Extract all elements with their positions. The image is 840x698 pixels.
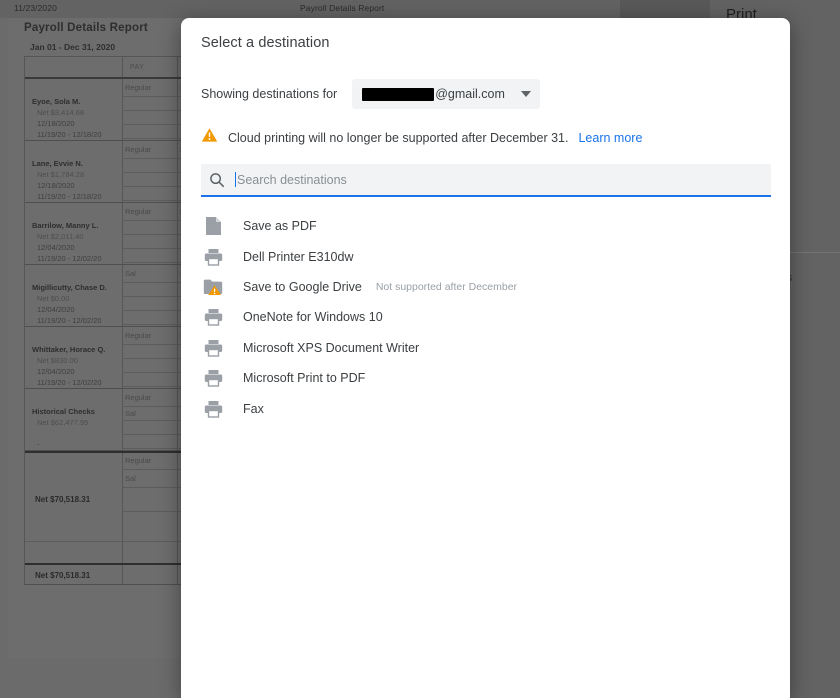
subtotal-type-1: Sal [125, 474, 136, 483]
employee-pay-period: 11/19/20 - 12/02/20 [37, 378, 102, 387]
destination-item[interactable]: Dell Printer E310dw [181, 241, 790, 271]
account-selector[interactable]: @gmail.com [352, 79, 540, 109]
print-preview-screen: 11/23/2020 Payroll Details Report Payrol… [0, 0, 840, 698]
employee-check-date: 12/04/2020 [37, 243, 75, 252]
employee-name: Historical Checks [32, 407, 95, 416]
destination-label: Save to Google Drive [243, 279, 362, 294]
search-icon [209, 172, 225, 188]
employee-check-date: 12/18/2020 [37, 119, 75, 128]
employee-check-date: 12/04/2020 [37, 367, 75, 376]
employee-pay-period: 11/19/20 - 12/18/20 [37, 192, 102, 201]
printer-icon [201, 308, 225, 327]
report-date-range: Jan 01 - Dec 31, 2020 [30, 42, 116, 52]
warning-text: Cloud printing will no longer be support… [228, 130, 569, 145]
employee-check-date: 12/18/2020 [37, 181, 75, 190]
destination-item[interactable]: Save to Google Drive Not supported after … [181, 272, 790, 302]
destination-item[interactable]: Save as PDF [181, 211, 790, 241]
employee-net-pay: Net $3,414.68 [37, 108, 85, 117]
chevron-down-icon [520, 91, 531, 97]
search-destinations-field[interactable]: Search destinations [201, 164, 771, 197]
preview-header-date: 11/23/2020 [14, 3, 57, 13]
destination-sublabel: Not supported after December [375, 280, 518, 293]
destination-label: Microsoft XPS Document Writer [243, 340, 420, 355]
printer-icon [201, 369, 225, 387]
preview-header-title: Payroll Details Report [300, 3, 385, 13]
destination-item[interactable]: Microsoft Print to PDF [181, 363, 790, 393]
employee-pay-type: Regular [125, 331, 152, 340]
employee-pay-type-2: Sal [125, 409, 136, 418]
grand-total-net: Net $70,518.31 [35, 571, 91, 580]
showing-destinations-label: Showing destinations for [201, 87, 338, 101]
drive-folder-warning-icon [201, 278, 225, 296]
employee-pay-type: Regular [125, 393, 152, 402]
printer-icon [201, 248, 225, 266]
destination-label: Fax [243, 401, 264, 416]
printer-icon [201, 400, 225, 418]
employee-name: Lane, Evvie N. [32, 159, 83, 168]
employee-net-pay: Net $0.00 [37, 294, 70, 303]
dialog-title: Select a destination [201, 35, 330, 51]
employee-pay-period: 11/19/20 - 12/02/20 [37, 316, 102, 325]
employee-net-pay: Net $830.00 [37, 356, 78, 365]
destination-label: OneNote for Windows 10 [243, 310, 383, 325]
employee-name: Migillicutty, Chase D. [32, 283, 107, 292]
destination-item[interactable]: Fax [181, 393, 790, 423]
subtotal-net: Net $70,518.31 [35, 495, 91, 504]
employee-net-pay: Net $2,011.40 [37, 232, 84, 241]
employee-pay-period: - [37, 440, 40, 449]
destination-label: Microsoft Print to PDF [243, 371, 366, 386]
employee-pay-type: Regular [125, 207, 152, 216]
employee-pay-type: Regular [125, 83, 152, 92]
destination-item[interactable]: Microsoft XPS Document Writer [181, 333, 790, 363]
preview-page-header: 11/23/2020 Payroll Details Report [0, 0, 620, 18]
search-placeholder: Search destinations [237, 172, 347, 187]
employee-pay-type: Sal [125, 269, 136, 278]
redacted-username [362, 87, 435, 101]
employee-pay-type: Regular [125, 145, 152, 154]
showing-destinations-row: Showing destinations for @gmail.com [201, 78, 540, 110]
column-header-pay: PAY [130, 64, 145, 71]
subtotal-type-0: Regular [125, 456, 152, 465]
destination-label: Save as PDF [243, 219, 317, 234]
employee-name: Whittaker, Horace Q. [32, 345, 106, 354]
warning-triangle-icon [201, 127, 218, 148]
employee-net-pay: Net $1,784.28 [37, 170, 85, 179]
employee-check-date: 12/04/2020 [37, 305, 75, 314]
learn-more-link[interactable]: Learn more [578, 131, 642, 145]
cloud-print-warning: Cloud printing will no longer be support… [201, 127, 642, 148]
select-destination-dialog: Select a destination Showing destination… [181, 18, 790, 698]
employee-pay-period: 11/19/20 - 12/18/20 [37, 130, 102, 139]
employee-net-pay: Net $62,477.95 [37, 418, 89, 427]
destination-label: Dell Printer E310dw [243, 249, 354, 264]
document-icon [201, 216, 225, 236]
text-cursor [235, 172, 236, 187]
destination-list: Save as PDF Dell Printer E310dw Save to Go… [181, 211, 790, 424]
destination-item[interactable]: OneNote for Windows 10 [181, 302, 790, 332]
employee-name: Eyoe, Sola M. [32, 97, 81, 106]
printer-icon [201, 339, 225, 357]
account-email: @gmail.com [435, 87, 505, 101]
employee-name: Barrilow, Manny L. [32, 221, 99, 230]
employee-pay-period: 11/19/20 - 12/02/20 [37, 254, 102, 263]
report-title: Payroll Details Report [24, 22, 148, 34]
